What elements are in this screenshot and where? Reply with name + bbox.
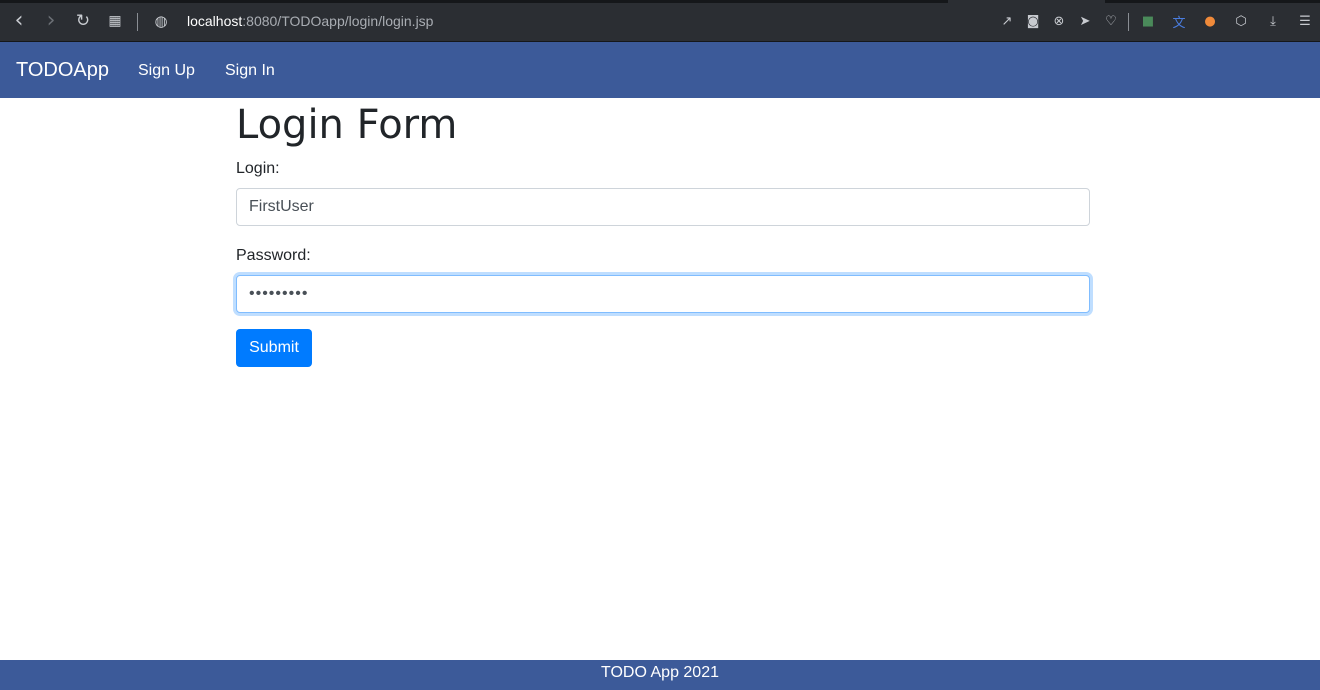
- address-bar[interactable]: localhost:8080/TODOapp/login/login.jsp: [187, 13, 433, 31]
- brand-link[interactable]: TODOApp: [16, 59, 109, 82]
- send-icon[interactable]: ➤: [1076, 12, 1094, 30]
- globe-icon[interactable]: ◍: [151, 11, 171, 31]
- tab-strip: [0, 0, 948, 3]
- password-field[interactable]: [236, 275, 1090, 313]
- login-container: Login Form Login: Password: Submit: [236, 98, 1090, 367]
- heart-icon[interactable]: ♡: [1102, 12, 1120, 30]
- login-field[interactable]: [236, 188, 1090, 226]
- block-icon[interactable]: ⊗: [1050, 12, 1068, 30]
- page-title: Login Form: [236, 102, 458, 148]
- back-icon[interactable]: ‹: [9, 10, 29, 32]
- password-label: Password:: [236, 247, 311, 264]
- page-footer: TODO App 2021: [0, 660, 1320, 690]
- submit-button[interactable]: Submit: [236, 329, 312, 367]
- login-label: Login:: [236, 160, 280, 177]
- nav-sign-up[interactable]: Sign Up: [138, 62, 195, 80]
- extension-cube-icon[interactable]: ■: [1139, 12, 1157, 30]
- translate-icon[interactable]: 文: [1170, 12, 1188, 31]
- browser-toolbar: ‹ › ↻ ▦ ◍ localhost:8080/TODOapp/login/l…: [0, 0, 1320, 42]
- nav-sign-in[interactable]: Sign In: [225, 62, 275, 80]
- camera-icon[interactable]: ◙: [1024, 12, 1042, 30]
- tabs-grid-icon[interactable]: ▦: [105, 11, 125, 31]
- toolbar-separator: [137, 13, 138, 31]
- download-icon[interactable]: ⤓: [1264, 12, 1282, 30]
- box-icon[interactable]: ⬡: [1232, 12, 1250, 30]
- forward-icon[interactable]: ›: [41, 10, 61, 32]
- share-icon[interactable]: ↗: [998, 12, 1016, 30]
- url-path: :8080/TODOapp/login/login.jsp: [242, 13, 434, 29]
- reload-icon[interactable]: ↻: [73, 11, 93, 31]
- footer-text: TODO App 2021: [601, 664, 719, 681]
- url-host: localhost: [187, 13, 243, 29]
- toolbar-separator-2: [1128, 13, 1129, 31]
- extension-egg-icon[interactable]: ●: [1201, 12, 1219, 30]
- tab-strip-right: [1105, 0, 1320, 3]
- menu-icon[interactable]: ☰: [1296, 12, 1314, 30]
- app-navbar: TODOApp Sign Up Sign In: [0, 42, 1320, 98]
